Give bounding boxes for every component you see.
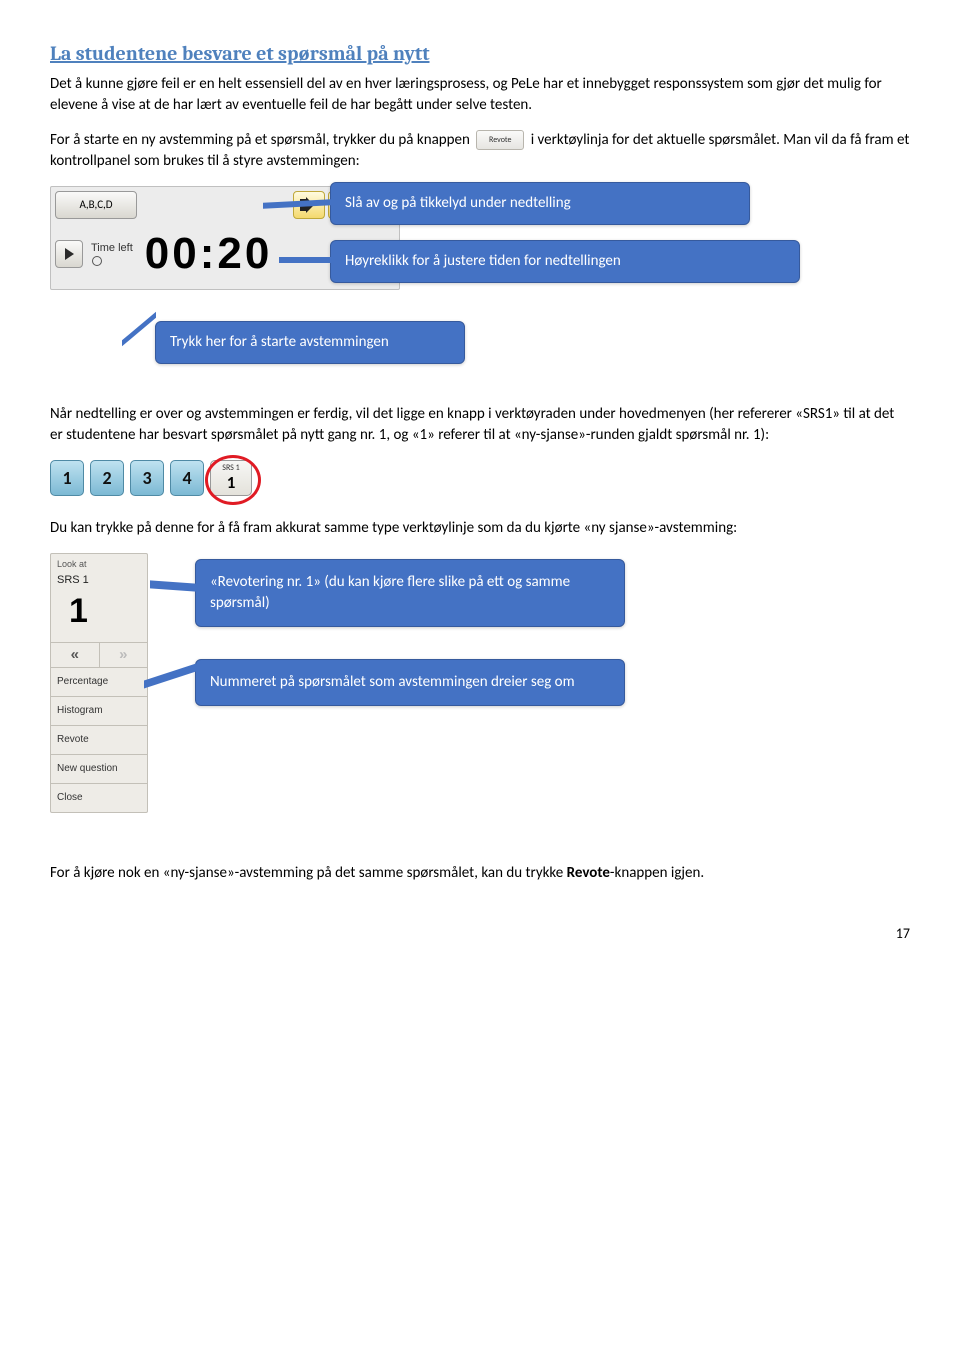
- percentage-button[interactable]: Percentage: [51, 667, 147, 696]
- callout-timer-adjust: Høyreklikk for å justere tiden for nedte…: [330, 240, 800, 283]
- text-span: For å starte en ny avstemming på et spør…: [50, 131, 473, 149]
- callout-start-vote: Trykk her for å starte avstemmingen: [155, 321, 465, 364]
- lookat-figure: Look at SRS 1 1 « » Percentage Histogram…: [50, 553, 910, 853]
- question-button-3[interactable]: 3: [130, 460, 164, 496]
- after-vote-paragraph: Når nedtelling er over og avstemmingen e…: [50, 404, 910, 446]
- close-button[interactable]: Close: [51, 783, 147, 812]
- callout-sound: Slå av og på tikkelyd under nedtelling: [330, 182, 750, 225]
- time-left-label: Time left: [91, 241, 133, 256]
- answer-mode-button[interactable]: A,B,C,D: [55, 191, 137, 219]
- start-vote-paragraph: For å starte en ny avstemming på et spør…: [50, 130, 910, 172]
- lookat-srs-label: SRS 1: [51, 573, 147, 588]
- srs-number: 1: [211, 471, 251, 495]
- histogram-button[interactable]: Histogram: [51, 696, 147, 725]
- page-number: 17: [50, 924, 910, 944]
- question-button-1[interactable]: 1: [50, 460, 84, 496]
- intro-paragraph: Det å kunne gjøre feil er en helt essens…: [50, 74, 910, 116]
- revote-bold: Revote: [567, 864, 610, 882]
- new-question-button[interactable]: New question: [51, 754, 147, 783]
- control-panel-figure: A,B,C,D Time left 00:20 Slå av og på tik…: [50, 186, 910, 396]
- final-paragraph: For å kjøre nok en «ny-sjanse»-avstemmin…: [50, 863, 910, 884]
- callout-question-number: Nummeret på spørsmålet som avstemmingen …: [195, 659, 625, 706]
- lookat-panel: Look at SRS 1 1 « » Percentage Histogram…: [50, 553, 148, 813]
- lookat-question-number: 1: [51, 588, 147, 642]
- question-button-2[interactable]: 2: [90, 460, 124, 496]
- section-heading: La studentene besvare et spørsmål på nyt…: [50, 40, 910, 68]
- countdown-timer: 00:20: [145, 223, 273, 285]
- text-span: For å kjøre nok en «ny-sjanse»-avstemmin…: [50, 864, 567, 882]
- text-span: -knappen igjen.: [610, 864, 704, 882]
- prev-question-button[interactable]: «: [51, 643, 100, 667]
- open-panel-paragraph: Du kan trykke på denne for å få fram akk…: [50, 518, 910, 539]
- question-button-4[interactable]: 4: [170, 460, 204, 496]
- revote-inline-button[interactable]: Revote: [476, 130, 524, 150]
- next-question-button[interactable]: »: [100, 643, 148, 667]
- callout-revote-number: «Revotering nr. 1» (du kan kjøre flere s…: [195, 559, 625, 627]
- question-number-toolbar: 1 2 3 4 SRS 1 1: [50, 460, 910, 496]
- revote-button[interactable]: Revote: [51, 725, 147, 754]
- lookat-header: Look at: [51, 554, 147, 573]
- start-vote-button[interactable]: [55, 240, 83, 268]
- srs-result-button[interactable]: SRS 1 1: [210, 460, 252, 496]
